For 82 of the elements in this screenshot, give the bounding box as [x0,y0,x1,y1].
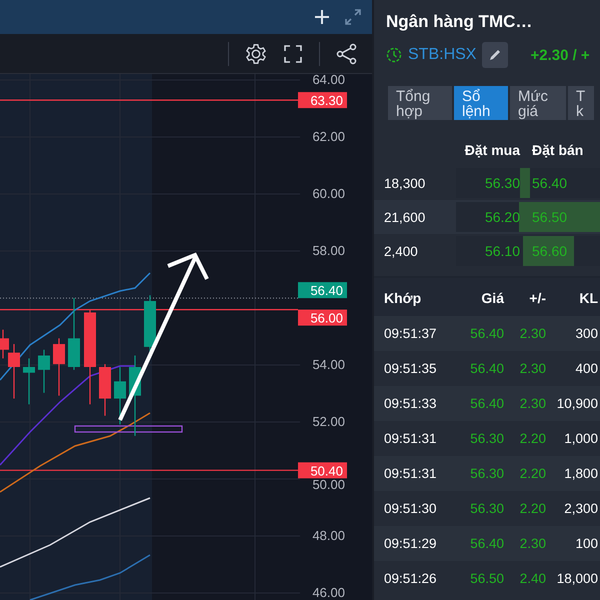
time-cell-text: 09:51:30 [384,501,438,516]
column-header: Khớp [384,290,422,306]
bid-price: 56.20 [484,209,521,225]
share-icon[interactable] [336,42,358,64]
price-tag: 50.40 [298,462,347,478]
bid-price: 56.30 [484,175,521,191]
candlestick [99,364,111,416]
pencil-icon [488,48,502,62]
ask-price: 56.50 [531,209,568,225]
volume-cell-text: 100 [574,536,599,551]
bid-price: 56.10 [484,243,521,259]
settings-icon[interactable] [245,42,267,64]
tab[interactable]: Mức giá [510,86,566,120]
time-cell-text: 09:51:37 [384,326,438,341]
time-cell-text: 09:51:31 [384,466,438,481]
price-axis-label: 60.00 [312,186,345,201]
column-header: Đặt mua [464,142,522,158]
price-cell-text: 56.30 [469,431,504,446]
price-axis-label: 58.00 [312,243,345,258]
price-change: +2.30 / + [530,46,590,64]
change-cell-text: 2.20 [518,466,547,481]
price-axis-label: 46.00 [312,585,345,600]
price-cell-text: 56.30 [469,501,504,516]
change-cell-text: 2.30 [518,536,547,551]
tab[interactable]: Sổ lệnh [454,86,508,120]
column-header: Giá [480,290,504,306]
price-axis-label: 54.00 [312,357,345,372]
change-cell-text: 2.20 [518,501,547,516]
volume-cell-text: 10,900 [556,396,599,411]
volume-cell-text: 18,300 [384,176,426,190]
plus-icon[interactable] [314,9,330,25]
volume-cell-text: 1,000 [563,431,599,446]
tab[interactable]: T k [568,86,594,120]
edit-button[interactable] [482,42,508,68]
candlestick [114,367,126,424]
price-axis-label: 62.00 [312,129,345,144]
price-cell-text: 56.40 [469,326,504,341]
column-header: +/- [528,290,547,306]
price-cell-text: 56.40 [469,536,504,551]
time-cell-text: 09:51:29 [384,536,438,551]
price-axis-label: 64.00 [312,74,345,87]
change-cell-text: 2.30 [518,396,547,411]
change-cell-text: 2.30 [518,361,547,376]
clock-icon [386,47,402,63]
price-cell-text: 56.50 [469,571,504,586]
ask-price: 56.60 [531,243,568,259]
tab[interactable]: Tổng hợp [388,86,452,120]
candlestick [53,338,65,396]
candlestick [38,350,50,393]
time-cell-text: 09:51:33 [384,396,438,411]
price-axis-label: 52.00 [312,414,345,429]
change-cell-text: 2.30 [518,326,547,341]
column-header: Đặt bán [531,142,584,158]
price-axis-label: 48.00 [312,528,345,543]
column-header: KL [578,290,599,306]
candlestick [144,295,156,353]
time-cell-text: 09:51:35 [384,361,438,376]
ask-price: 56.40 [531,175,568,191]
volume-cell-text: 18,000 [556,571,599,586]
price-axis-label: 50.00 [312,477,345,492]
price-tag: 56.40 [298,282,347,298]
time-cell-text: 09:51:31 [384,431,438,446]
candlestick [23,358,35,404]
volume-cell-text: 400 [574,361,599,376]
volume-cell-text: 21,600 [384,210,426,224]
volume-cell-text: 300 [574,326,599,341]
volume-cell-text: 2,400 [384,244,419,258]
time-cell-text: 09:51:26 [384,571,438,586]
price-tag: 63.30 [298,92,347,108]
volume-cell-text: 1,800 [563,466,599,481]
expand-icon[interactable] [344,8,362,26]
change-cell-text: 2.40 [518,571,547,586]
price-cell-text: 56.30 [469,466,504,481]
volume-cell-text: 2,300 [563,501,599,516]
stock-symbol: STB:HSX [408,46,476,64]
price-tag: 56.00 [298,310,347,326]
fullscreen-icon[interactable] [283,44,303,64]
price-cell-text: 56.40 [469,361,504,376]
price-cell-text: 56.40 [469,396,504,411]
change-cell-text: 2.20 [518,431,547,446]
stock-name: Ngân hàng TMC… [385,11,534,32]
candlestick [68,298,80,370]
